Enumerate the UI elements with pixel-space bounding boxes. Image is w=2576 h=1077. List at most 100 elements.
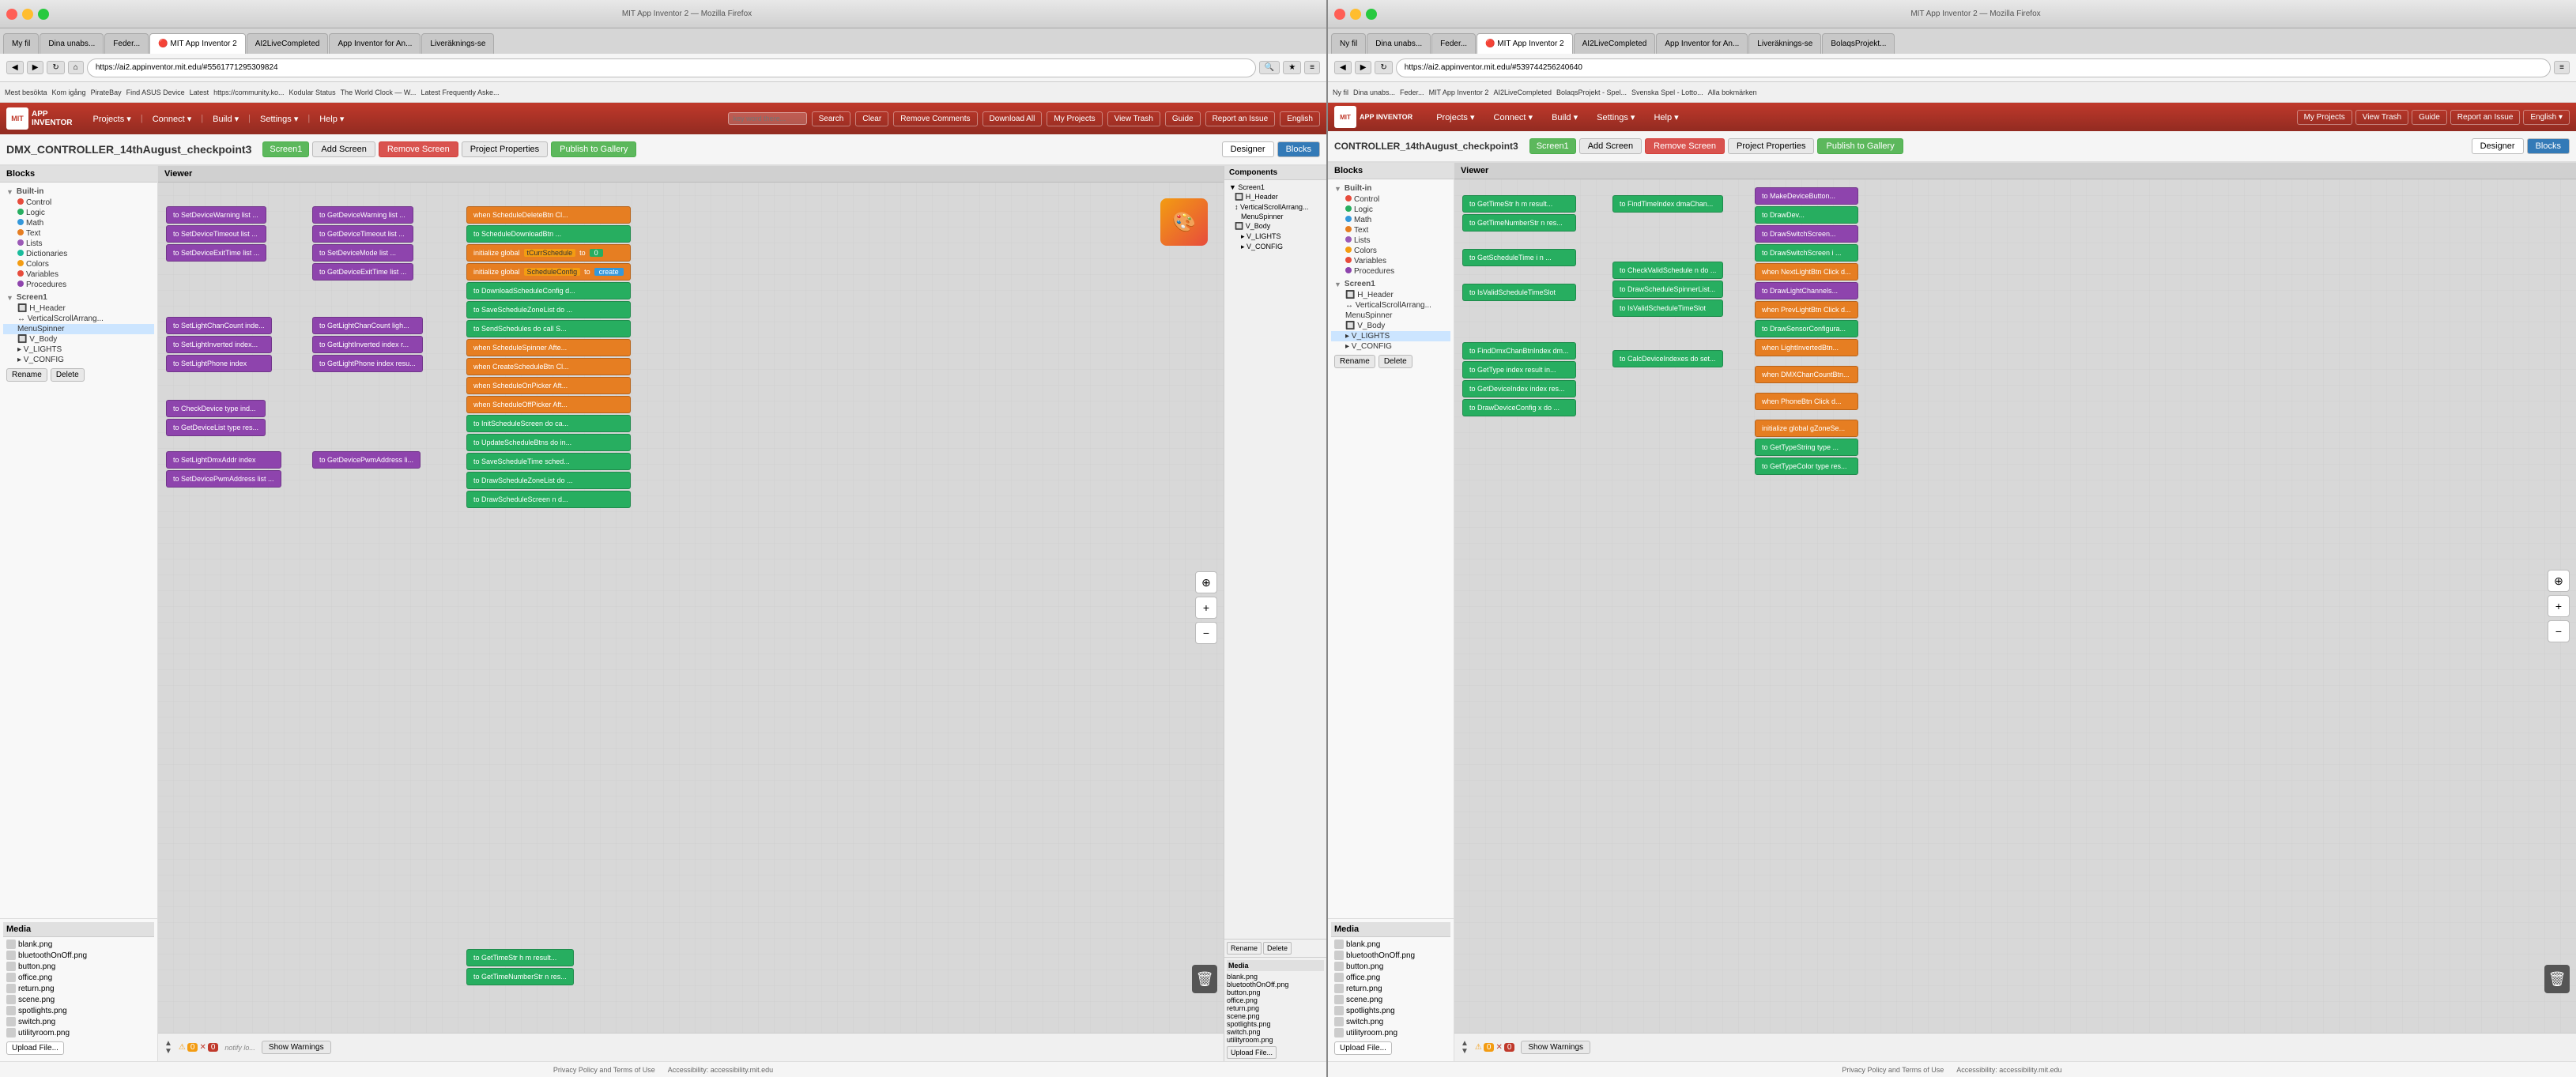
comp-screen1[interactable]: ▼ Screen1 xyxy=(1227,183,1324,192)
tree-v-config[interactable]: ▸ V_CONFIG xyxy=(3,355,154,365)
right-block-isvalidtimeslot[interactable]: to IsValidScheduleTimeSlot xyxy=(1612,299,1723,317)
block-downloadschedule[interactable]: to DownloadScheduleConfig d... xyxy=(466,282,631,299)
right-block-gettypecolor[interactable]: to GetTypeColor type res... xyxy=(1755,458,1858,475)
tab-ai2live[interactable]: AI2LiveCompleted xyxy=(247,33,329,54)
block-setlightphone[interactable]: to SetLightPhone index xyxy=(166,355,272,372)
bookmark-faq[interactable]: Latest Frequently Aske... xyxy=(421,88,499,96)
right-block-checkvalid[interactable]: to CheckValidSchedule n do ... xyxy=(1612,262,1723,279)
right-footer-privacy[interactable]: Privacy Policy and Terms of Use xyxy=(1842,1066,1944,1074)
comp-menuspinner[interactable]: MenuSpinner xyxy=(1227,212,1324,221)
blocks-btn[interactable]: Blocks xyxy=(1277,141,1320,157)
block-setlightchan[interactable]: to SetLightChanCount inde... xyxy=(166,317,272,334)
language-btn[interactable]: English xyxy=(1280,111,1320,126)
right-block-drawdev[interactable]: to DrawDev... xyxy=(1755,206,1858,224)
search-nav-btn[interactable]: 🔍 xyxy=(1259,61,1280,74)
block-sendschedules[interactable]: to SendSchedules do call S... xyxy=(466,320,631,337)
right-tab-feder[interactable]: Feder... xyxy=(1431,33,1476,54)
tree-dictionaries[interactable]: Dictionaries xyxy=(3,249,154,259)
right-zoom-out[interactable]: − xyxy=(2548,620,2570,642)
remove-screen-btn[interactable]: Remove Screen xyxy=(379,141,458,157)
comp-vconfig[interactable]: ▸ V_CONFIG xyxy=(1227,242,1324,252)
right-projects-btn[interactable]: Projects ▾ xyxy=(1428,109,1482,126)
block-getdevicepwm[interactable]: to GetDevicePwmAddress li... xyxy=(312,451,421,469)
right-rename-btn[interactable]: Rename xyxy=(1334,355,1375,368)
download-btn[interactable]: Download All xyxy=(983,111,1043,126)
rename-comp-btn[interactable]: Rename xyxy=(1227,942,1262,955)
right-bm-nyfile[interactable]: Ny fil xyxy=(1333,88,1348,96)
show-warnings-btn[interactable]: Show Warnings xyxy=(262,1041,331,1054)
right-tab-mit[interactable]: 🔴 MIT App Inventor 2 xyxy=(1477,33,1573,54)
right-tab-ny[interactable]: Ny fil xyxy=(1331,33,1366,54)
block-getlightchan[interactable]: to GetLightChanCount ligh... xyxy=(312,317,423,334)
right-block-dmxcount[interactable]: when DMXChanCountBtn... xyxy=(1755,366,1858,383)
tree-logic[interactable]: Logic xyxy=(3,208,154,218)
right-minimize-btn[interactable] xyxy=(1350,9,1361,20)
right-block-drawswitchscreen2[interactable]: to DrawSwitchScreen i ... xyxy=(1755,244,1858,262)
block-getdeviceexittime[interactable]: to GetDeviceExitTime list ... xyxy=(312,263,413,281)
right-bm-svenska[interactable]: Svenska Spel - Lotto... xyxy=(1631,88,1703,96)
right-bm-mit[interactable]: MIT App Inventor 2 xyxy=(1429,88,1489,96)
right-build-btn[interactable]: Build ▾ xyxy=(1544,109,1586,126)
tree-text[interactable]: Text xyxy=(3,228,154,239)
right-warning-down[interactable]: ▼ xyxy=(1461,1048,1469,1056)
block-initschedule[interactable]: to InitScheduleScreen do ca... xyxy=(466,415,631,432)
right-show-warnings-btn[interactable]: Show Warnings xyxy=(1521,1041,1590,1054)
right-bm-dina[interactable]: Dina unabs... xyxy=(1353,88,1395,96)
right-zoom-reset[interactable]: ⊕ xyxy=(2548,570,2570,592)
block-getlightinverted[interactable]: to GetLightInverted index r... xyxy=(312,336,423,353)
right-tab-live[interactable]: Liveräknings-se xyxy=(1748,33,1821,54)
view-trash-btn[interactable]: View Trash xyxy=(1107,111,1160,126)
right-bm-alla[interactable]: Alla bokmärken xyxy=(1708,88,1757,96)
right-designer-btn[interactable]: Designer xyxy=(2472,138,2524,154)
block-setdevicewarning[interactable]: to SetDeviceWarning list ... xyxy=(166,206,266,224)
right-add-screen[interactable]: Add Screen xyxy=(1579,138,1642,154)
block-setdevicetimeout[interactable]: to SetDeviceTimeout list ... xyxy=(166,225,266,243)
guide-btn[interactable]: Guide xyxy=(1165,111,1201,126)
right-block-drawswitchscreen1[interactable]: to DrawSwitchScreen... xyxy=(1755,225,1858,243)
right-screen-select[interactable]: Screen1 xyxy=(1529,138,1576,154)
right-report[interactable]: Report an Issue xyxy=(2450,110,2521,125)
block-getlightphone[interactable]: to GetLightPhone index resu... xyxy=(312,355,423,372)
right-block-calcdevice[interactable]: to CalcDeviceIndexes do set... xyxy=(1612,350,1723,367)
right-block-lightinverted[interactable]: when LightInvertedBtn... xyxy=(1755,339,1858,356)
right-english[interactable]: English ▾ xyxy=(2523,110,2570,125)
right-block-getdeviceindex[interactable]: to GetDeviceIndex index res... xyxy=(1462,380,1576,397)
tab-appinventor[interactable]: App Inventor for An... xyxy=(329,33,421,54)
block-getdevicelist[interactable]: to GetDeviceList type res... xyxy=(166,419,266,436)
clear-btn[interactable]: Clear xyxy=(855,111,888,126)
zoom-in-btn[interactable]: + xyxy=(1195,597,1217,619)
right-text[interactable]: Text xyxy=(1331,225,1450,235)
footer-accessibility[interactable]: Accessibility: accessibility.mit.edu xyxy=(668,1066,773,1074)
home-btn[interactable]: ⌂ xyxy=(68,61,84,74)
block-saveschedule[interactable]: to SaveScheduleTime sched... xyxy=(466,453,631,470)
right-my-projects[interactable]: My Projects xyxy=(2297,110,2352,125)
tree-procedures[interactable]: Procedures xyxy=(3,280,154,290)
reload-btn[interactable]: ↻ xyxy=(47,61,64,74)
build-btn[interactable]: Build ▾ xyxy=(205,111,247,127)
comp-h-header[interactable]: 🔲 H_Header xyxy=(1227,192,1324,202)
delete-btn[interactable]: Delete xyxy=(51,368,85,382)
bookmark-asus[interactable]: Find ASUS Device xyxy=(126,88,185,96)
block-drawschedule[interactable]: to DrawScheduleScreen n d... xyxy=(466,491,631,508)
bookmark-kom[interactable]: Kom igång xyxy=(52,88,86,96)
minimize-btn[interactable] xyxy=(22,9,33,20)
right-block-gettype[interactable]: to GetType index result in... xyxy=(1462,361,1576,378)
right-block-finddmxchan[interactable]: to FindDmxChanBtnIndex dm... xyxy=(1462,342,1576,360)
right-vlights[interactable]: ▸ V_LIGHTS xyxy=(1331,331,1450,341)
block-initglobal-config[interactable]: initialize global ScheduleConfig to crea… xyxy=(466,263,631,281)
right-remove-screen[interactable]: Remove Screen xyxy=(1645,138,1725,154)
tree-variables[interactable]: Variables xyxy=(3,269,154,280)
right-upload-btn[interactable]: Upload File... xyxy=(1227,1046,1277,1059)
right-reload-btn[interactable]: ↻ xyxy=(1375,61,1392,74)
back-btn[interactable]: ◀ xyxy=(6,61,24,74)
bookmark-kodular[interactable]: Kodular Status xyxy=(289,88,336,96)
right-procedures[interactable]: Procedures xyxy=(1331,266,1450,277)
comp-vlights[interactable]: ▸ V_LIGHTS xyxy=(1227,232,1324,242)
footer-privacy[interactable]: Privacy Policy and Terms of Use xyxy=(553,1066,655,1074)
tree-vertical-scroll[interactable]: ↔ VerticalScrollArrang... xyxy=(3,314,154,324)
tree-control[interactable]: Control xyxy=(3,198,154,208)
right-zoom-in[interactable]: + xyxy=(2548,595,2570,617)
right-menuspinner[interactable]: MenuSpinner xyxy=(1331,311,1450,321)
right-block-getscheduletime[interactable]: to GetScheduleTime i n ... xyxy=(1462,249,1576,266)
right-bm-bolag[interactable]: BolaqsProjekt - Spel... xyxy=(1556,88,1627,96)
